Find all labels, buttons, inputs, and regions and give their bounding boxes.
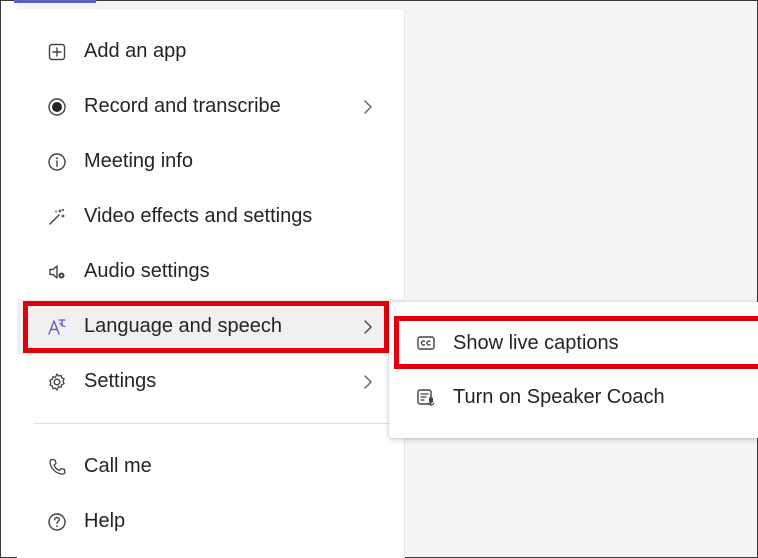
menu-item-record-transcribe[interactable]: Record and transcribe — [17, 79, 405, 134]
menu-item-language-speech[interactable]: Language and speech — [17, 299, 405, 354]
submenu-item-label: Show live captions — [453, 331, 619, 354]
chevron-right-icon — [361, 97, 375, 117]
speaker-coach-icon — [415, 386, 437, 408]
menu-item-meeting-info[interactable]: Meeting info — [17, 134, 405, 189]
chevron-right-icon — [361, 317, 375, 337]
info-icon — [46, 151, 68, 173]
menu-item-add-app[interactable]: Add an app — [17, 24, 405, 79]
language-speech-submenu: Show live captions Turn on Speaker Coach — [389, 302, 758, 438]
translate-icon — [46, 316, 68, 338]
speaker-settings-icon — [46, 261, 68, 283]
left-edge — [1, 1, 17, 557]
menu-item-label: Language and speech — [84, 315, 282, 337]
menu-item-help[interactable]: Help — [17, 494, 405, 549]
menu-item-label: Audio settings — [84, 260, 210, 282]
menu-item-label: Video effects and settings — [84, 205, 313, 227]
menu-item-call-me[interactable]: Call me — [17, 439, 405, 494]
menu-item-audio-settings[interactable]: Audio settings — [17, 244, 405, 299]
menu-item-video-effects[interactable]: Video effects and settings — [17, 189, 405, 244]
submenu-item-label: Turn on Speaker Coach — [453, 385, 665, 408]
menu-item-label: Record and transcribe — [84, 95, 281, 117]
menu-item-label: Settings — [84, 370, 157, 392]
menu-item-label: Meeting info — [84, 150, 193, 172]
gear-icon — [46, 371, 68, 393]
meeting-stage — [405, 10, 757, 557]
magic-wand-icon — [46, 206, 68, 228]
closed-captions-icon — [415, 332, 437, 354]
phone-icon — [46, 456, 68, 478]
add-square-icon — [46, 41, 68, 63]
submenu-item-speaker-coach[interactable]: Turn on Speaker Coach — [389, 369, 758, 425]
help-icon — [46, 511, 68, 533]
submenu-item-live-captions[interactable]: Show live captions — [389, 315, 758, 371]
chevron-right-icon — [361, 372, 375, 392]
menu-item-settings[interactable]: Settings — [17, 354, 405, 409]
menu-divider — [34, 423, 405, 424]
menu-item-label: Help — [84, 510, 126, 532]
more-actions-menu: Add an app Record and transcribe Meeting… — [17, 10, 405, 558]
menu-item-label: Call me — [84, 455, 152, 477]
menu-item-label: Add an app — [84, 40, 187, 62]
active-tab-indicator — [14, 0, 96, 3]
record-icon — [46, 96, 68, 118]
